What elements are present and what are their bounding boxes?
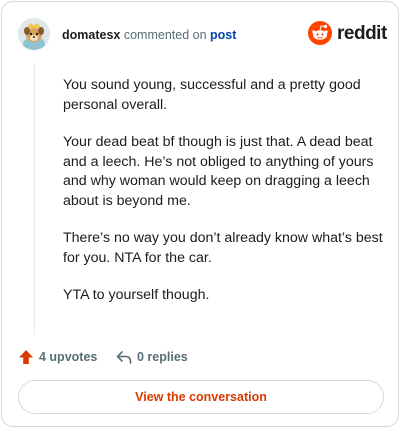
upvote-count: 4 upvotes [39,350,98,364]
username-link[interactable]: domatesx [62,28,120,42]
upvote-arrow-icon [19,350,33,364]
commented-on-text: commented on [123,28,207,42]
comment-paragraph: There’s no way you don’t already know wh… [63,230,383,266]
reply-arrow-icon [116,351,132,364]
reply-count: 0 replies [137,350,188,364]
comment-byline: domatesx commented on post [62,27,236,43]
comment-paragraph: YTA to yourself though. [63,287,210,303]
comment-paragraph: You sound young, successful and a pretty… [63,77,361,113]
reddit-alien-icon [308,21,332,45]
dog-avatar-icon[interactable] [18,18,50,50]
reddit-wordmark: reddit [337,23,387,44]
comment-actions: 4 upvotes 0 replies [18,347,378,367]
reddit-logo[interactable]: reddit [308,20,387,48]
comment-body: You sound young, successful and a pretty… [63,76,383,324]
comment-card: domatesx commented on post reddit You so… [1,1,399,427]
view-conversation-button[interactable]: View the conversation [18,380,384,414]
comment-header: domatesx commented on post reddit [18,18,387,52]
thread-line [34,62,35,334]
post-link[interactable]: post [210,28,236,42]
comment-paragraph: Your dead beat bf though is just that. A… [63,134,374,209]
